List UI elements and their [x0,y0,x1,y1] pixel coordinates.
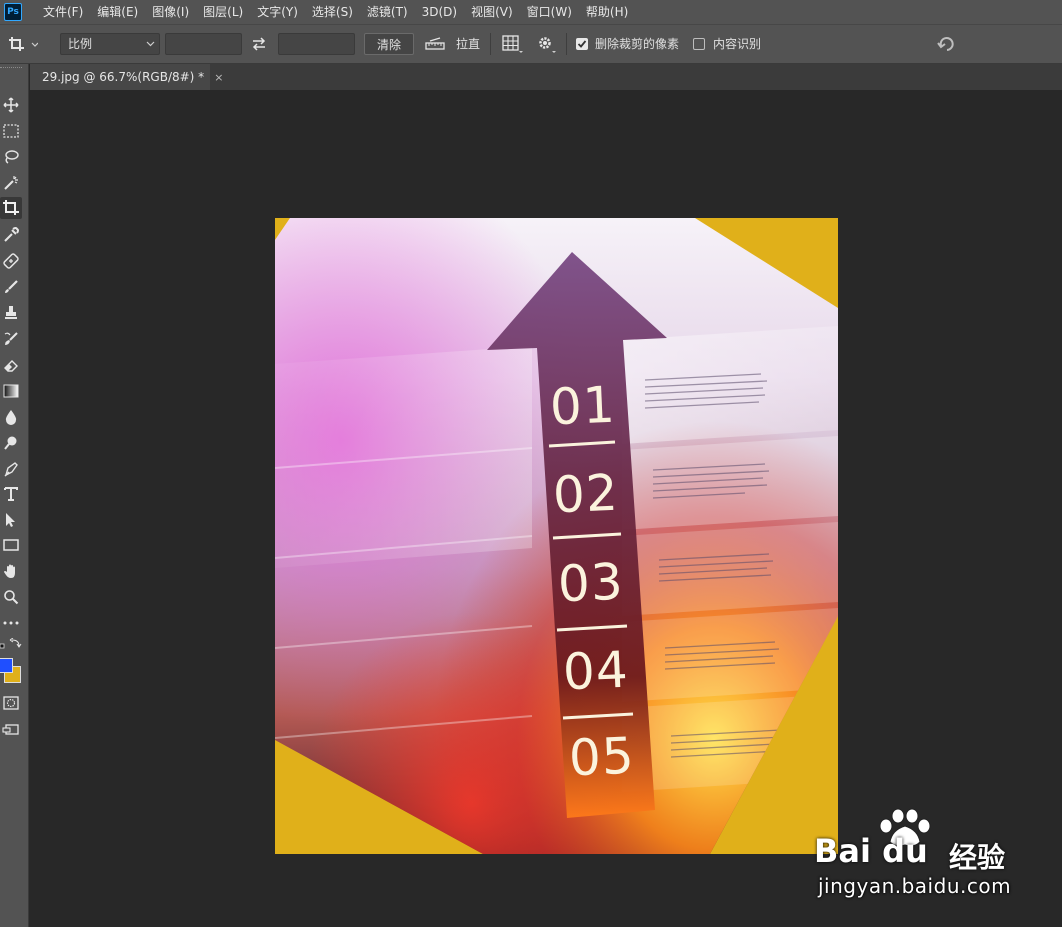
menu-filter[interactable]: 滤镜(T) [360,0,415,24]
options-bar: 比例 清除 拉直 删除裁剪的像素 内容识别 [0,24,1062,64]
path-selection-tool-icon[interactable] [0,509,22,531]
straighten-icon[interactable] [423,33,447,55]
photoshop-logo-icon: Ps [4,3,22,21]
tools-panel [0,64,29,927]
step-number-03: 03 [556,552,625,614]
menu-help[interactable]: 帮助(H) [579,0,635,24]
watermark-product: 经验 [949,841,1006,874]
swap-colors-icon[interactable] [0,637,22,650]
magic-wand-tool-icon[interactable] [0,172,22,194]
ratio-height-input[interactable] [278,33,355,55]
content-aware-checkbox[interactable] [693,33,707,55]
reset-icon[interactable] [934,33,958,55]
hand-tool-icon[interactable] [0,560,22,582]
watermark-brand: Bai du [814,832,928,870]
document-tab[interactable]: 29.jpg @ 66.7%(RGB/8#) * × [30,64,223,90]
separator [490,33,491,55]
step-number-05: 05 [567,726,636,788]
pen-tool-icon[interactable] [0,458,22,480]
swap-icon[interactable] [248,33,270,55]
move-tool-icon[interactable] [0,94,22,116]
healing-brush-tool-icon[interactable] [0,250,22,272]
step-number-02: 02 [551,463,620,525]
stamp-tool-icon[interactable] [0,302,22,324]
type-tool-icon[interactable] [0,483,22,505]
marquee-tool-icon[interactable] [0,120,22,142]
ratio-select[interactable]: 比例 [60,33,160,55]
rectangle-tool-icon[interactable] [0,534,22,556]
menu-image[interactable]: 图像(I) [145,0,196,24]
checkmark-icon [577,40,587,48]
canvas-artwork [275,218,838,854]
menu-layer[interactable]: 图层(L) [196,0,250,24]
menu-3d[interactable]: 3D(D) [415,0,464,24]
screen-mode-icon[interactable] [0,718,22,740]
quick-mask-icon[interactable] [0,692,22,714]
delete-cropped-checkbox[interactable] [576,33,590,55]
history-brush-tool-icon[interactable] [0,328,22,350]
step-number-01: 01 [548,375,617,437]
separator [566,33,567,55]
foreground-color-swatch[interactable] [0,658,13,673]
panel-grip[interactable] [0,67,22,70]
blur-tool-icon[interactable] [0,406,22,428]
close-icon[interactable]: × [214,71,223,84]
gradient-tool-icon[interactable] [0,380,22,402]
menu-bar: Ps 文件(F) 编辑(E) 图像(I) 图层(L) 文字(Y) 选择(S) 滤… [0,0,1062,24]
ratio-width-input[interactable] [165,33,242,55]
menu-window[interactable]: 窗口(W) [520,0,579,24]
menu-select[interactable]: 选择(S) [305,0,360,24]
menu-file[interactable]: 文件(F) [36,0,90,24]
crop-tool-preset-icon[interactable] [8,33,38,55]
content-aware-label[interactable]: 内容识别 [713,33,761,55]
zoom-tool-icon[interactable] [0,586,22,608]
brush-tool-icon[interactable] [0,276,22,298]
more-tools-icon[interactable] [0,612,22,634]
straighten-label[interactable]: 拉直 [456,33,480,55]
delete-cropped-label[interactable]: 删除裁剪的像素 [595,33,679,55]
lasso-tool-icon[interactable] [0,146,22,168]
step-number-04: 04 [561,640,630,702]
menu-edit[interactable]: 编辑(E) [90,0,145,24]
clear-button[interactable]: 清除 [364,33,414,55]
eyedropper-tool-icon[interactable] [0,224,22,246]
rotated-photo [275,218,838,854]
dodge-tool-icon[interactable] [0,432,22,454]
watermark-url: jingyan.baidu.com [818,874,1012,898]
baidu-jingyan-watermark: Bai du 经验 jingyan.baidu.com [814,808,1062,908]
menu-view[interactable]: 视图(V) [464,0,520,24]
document-tab-bar: 29.jpg @ 66.7%(RGB/8#) * × [30,64,1062,90]
document-tab-label: 29.jpg @ 66.7%(RGB/8#) * [42,70,205,84]
menu-type[interactable]: 文字(Y) [250,0,305,24]
gear-icon[interactable] [535,33,557,55]
document-canvas[interactable]: 01 02 03 04 05 [275,218,838,854]
crop-tool-icon[interactable] [0,197,22,219]
chevron-down-icon [146,41,155,47]
grid-overlay-icon[interactable] [500,33,524,55]
eraser-tool-icon[interactable] [0,354,22,376]
